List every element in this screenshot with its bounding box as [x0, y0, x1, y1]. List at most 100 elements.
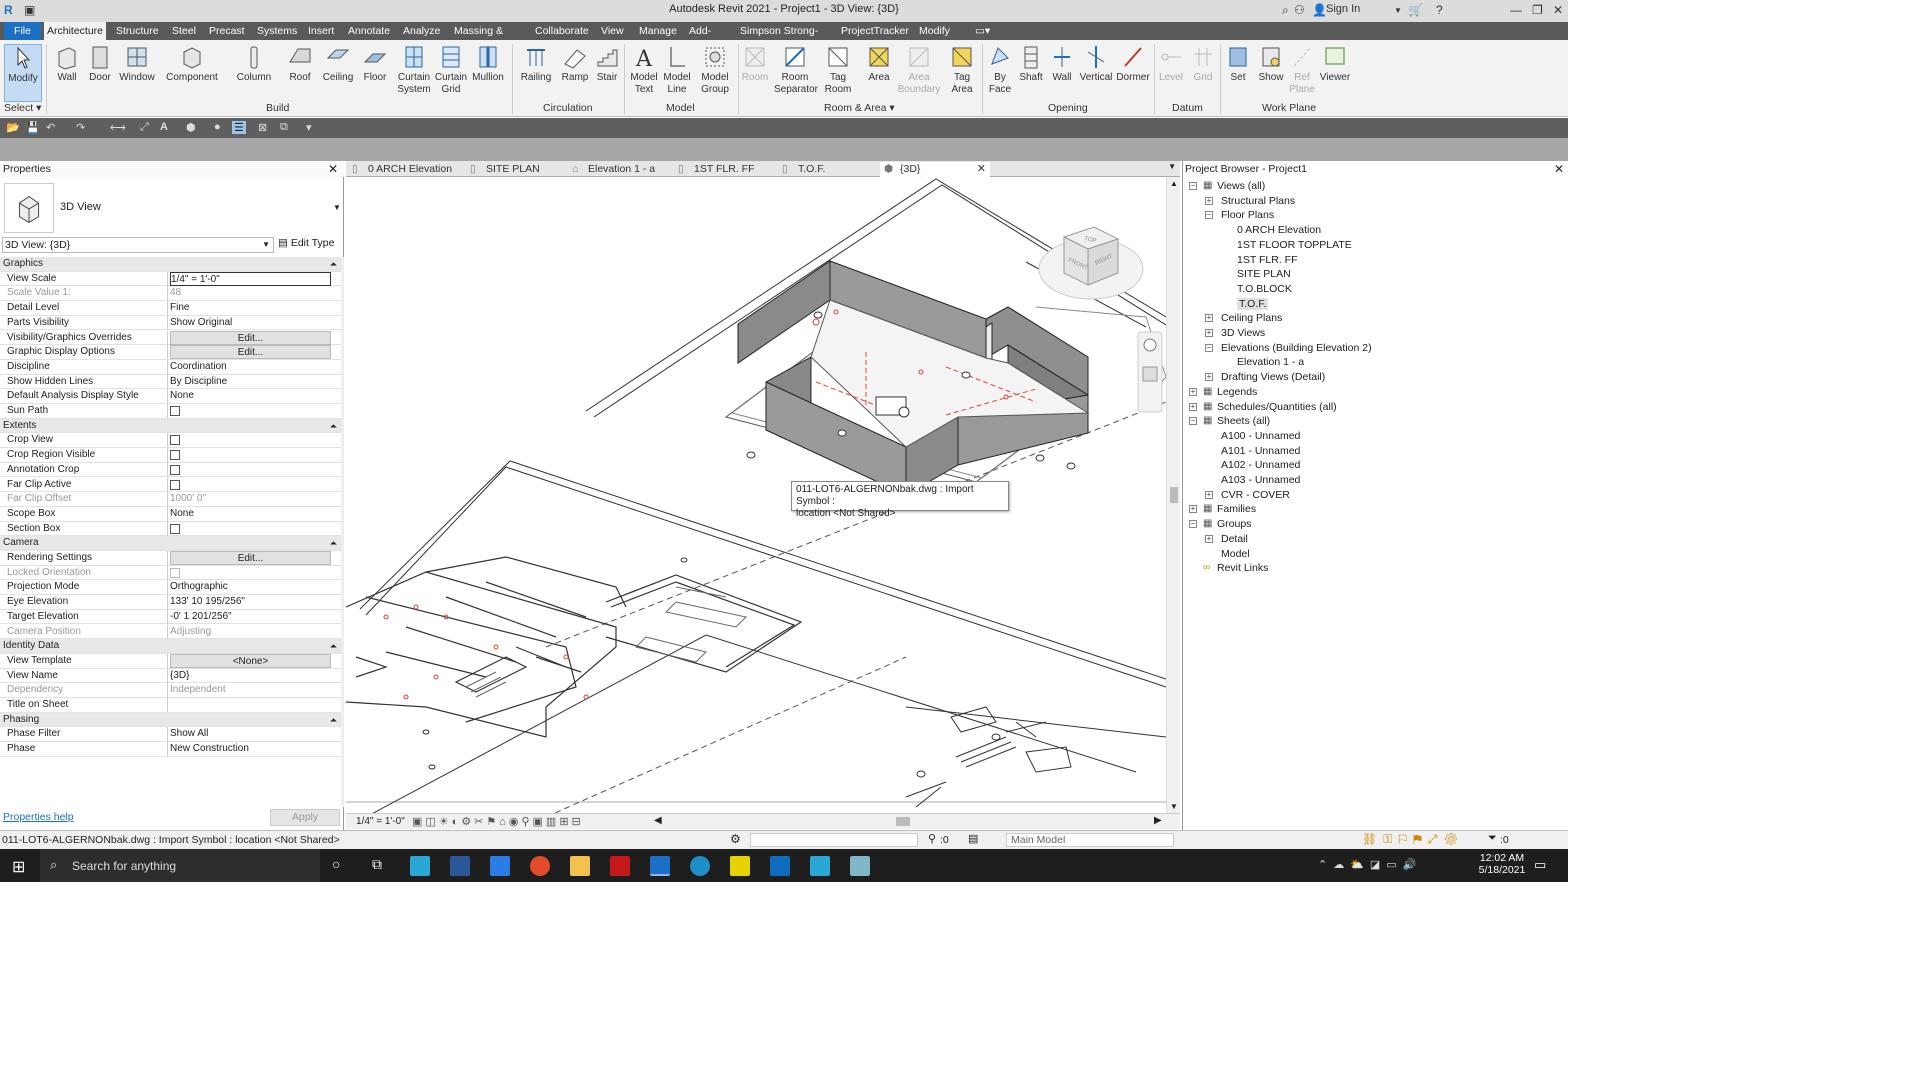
browser-item-ceiling-plans[interactable]: Ceiling Plans [1221, 312, 1282, 324]
minimize-icon[interactable]: — [1510, 3, 1522, 17]
mullion-button[interactable]: Mullion [470, 44, 506, 84]
collapse-section-icon[interactable]: ⏶ [330, 536, 337, 550]
browser-item-views-all[interactable]: Views (all) [1217, 180, 1265, 192]
file-explorer-icon[interactable] [570, 856, 590, 876]
taskbar-clock[interactable]: 12:02 AM 5/18/2021 [1476, 852, 1528, 876]
customize-qat-icon[interactable]: ▾ [306, 121, 312, 134]
viewer-button[interactable]: Viewer [1318, 44, 1352, 84]
taskbar-search-box[interactable]: ⌕ Search for anything [40, 849, 320, 882]
drawing-canvas[interactable]: TOP FRONT RIGHT 011-LOT6-ALGERNONbak.dwg… [346, 177, 1166, 813]
model-group-button[interactable]: Model Group [696, 44, 734, 96]
browser-item-a101-unnamed[interactable]: A101 - Unnamed [1221, 445, 1300, 457]
checkbox[interactable] [170, 479, 180, 490]
browser-item-a102-unnamed[interactable]: A102 - Unnamed [1221, 459, 1300, 471]
prop-value-crop-view[interactable] [170, 433, 331, 447]
prop-value-visibility-graphics-overrides[interactable]: Edit... [170, 330, 331, 345]
workset-dropdown[interactable]: Main Model [1006, 833, 1174, 847]
collapse-section-icon[interactable]: ⏶ [330, 257, 337, 271]
app-l-icon[interactable] [410, 856, 430, 876]
show-button[interactable]: Show [1256, 44, 1286, 84]
modify-button[interactable]: Modify [4, 44, 42, 102]
view-tab-site-plan[interactable]: ▯ SITE PLAN [466, 162, 566, 177]
tab-add-ins[interactable]: Add-Ins [686, 22, 724, 55]
vertical-button[interactable]: Vertical [1078, 44, 1114, 84]
search-help-icon[interactable]: ⌕ [1282, 3, 1289, 18]
navigation-bar[interactable] [1137, 331, 1163, 413]
binoculars-icon[interactable]: ⚇ [1294, 3, 1305, 17]
tab-analyze[interactable]: Analyze [400, 22, 440, 40]
edge-icon[interactable] [690, 856, 710, 876]
level-button[interactable]: Level [1156, 44, 1186, 84]
dimension-icon[interactable]: ⤢ [140, 121, 149, 134]
collapse-icon[interactable]: − [1189, 182, 1197, 190]
prop-value-view-template[interactable]: <None> [170, 653, 331, 668]
browser-item-structural-plans[interactable]: Structural Plans [1221, 195, 1295, 207]
collapse-section-icon[interactable]: ⏶ [330, 419, 337, 433]
browser-item-1st-floor-topplate[interactable]: 1ST FLOOR TOPPLATE [1237, 239, 1352, 251]
task-view-icon[interactable]: ⧉ [372, 856, 382, 873]
expand-icon[interactable]: + [1205, 373, 1213, 382]
cart-icon[interactable]: 🛒 [1408, 3, 1423, 17]
tab-manage[interactable]: Manage [636, 22, 677, 40]
design-option-dropdown[interactable] [750, 833, 918, 847]
tab-steel[interactable]: Steel [169, 22, 197, 40]
editable-only-icon[interactable]: ⚲ [928, 832, 936, 845]
outlook-icon[interactable] [770, 856, 790, 876]
acrobat-icon[interactable] [610, 856, 630, 876]
browser-item-groups[interactable]: Groups [1217, 518, 1251, 530]
area-boundary-button[interactable]: Area Boundary [896, 44, 942, 96]
app-blue-icon[interactable] [850, 856, 870, 876]
tab-simpson-strong-tie[interactable]: Simpson Strong-Tie [737, 22, 829, 55]
prop-value-view-name[interactable]: {3D} [170, 669, 331, 683]
browser-item-0-arch-elevation[interactable]: 0 ARCH Elevation [1237, 224, 1321, 236]
help-icon[interactable]: ? [1436, 3, 1443, 17]
workset-icon[interactable]: ▤ [968, 832, 978, 845]
section-icon[interactable]: ● [214, 121, 221, 133]
prop-value-title-on-sheet[interactable] [170, 698, 331, 712]
section-identity-data[interactable]: Identity Data ⏶ [0, 639, 341, 654]
browser-item-legends[interactable]: Legends [1217, 386, 1257, 398]
horizontal-scroll-thumb[interactable] [896, 817, 910, 826]
door-button[interactable]: Door [86, 44, 114, 84]
browser-item-drafting-views-detail[interactable]: Drafting Views (Detail) [1221, 371, 1325, 383]
collapse-icon[interactable]: − [1189, 417, 1197, 426]
component-button[interactable]: Component [164, 44, 220, 84]
close-browser-icon[interactable]: ✕ [1554, 162, 1564, 176]
vertical-scrollbar[interactable]: ▲ ▼ [1166, 177, 1180, 813]
autocad-icon[interactable] [810, 856, 830, 876]
todo-icon[interactable] [490, 856, 510, 876]
prop-value-crop-region-visible[interactable] [170, 448, 331, 462]
view-tab-t-o-f[interactable]: ▯ T.O.F. [778, 162, 878, 177]
prop-value-far-clip-active[interactable] [170, 478, 331, 492]
ribbon-minimize-icon[interactable]: ▭▾ [972, 22, 993, 40]
expand-icon[interactable]: + [1189, 402, 1197, 411]
undo-icon[interactable]: ↶ [46, 121, 55, 134]
properties-scrollbar[interactable] [341, 257, 344, 807]
section-camera[interactable]: Camera ⏶ [0, 536, 341, 551]
section-extents[interactable]: Extents ⏶ [0, 418, 341, 434]
close-properties-icon[interactable]: ✕ [328, 162, 338, 176]
collapse-icon[interactable]: − [1205, 343, 1213, 352]
save-icon[interactable]: 💾 [26, 121, 40, 134]
checkbox[interactable] [170, 450, 180, 461]
word-icon[interactable] [450, 856, 470, 876]
window-button[interactable]: Window [118, 44, 156, 84]
browser-item-elevations-building-elevation-2[interactable]: Elevations (Building Elevation 2) [1221, 342, 1372, 354]
browser-item-3d-views[interactable]: 3D Views [1221, 327, 1265, 339]
tab-file[interactable]: File [4, 22, 41, 40]
selection-option-icons[interactable]: ⛓⚿⚐⚑⤢⚙ [1362, 832, 1465, 847]
worksharing-icon[interactable]: ⚙ [730, 832, 741, 846]
tab-insert[interactable]: Insert [305, 22, 335, 40]
browser-item-a100-unnamed[interactable]: A100 - Unnamed [1221, 430, 1300, 442]
column-button[interactable]: Column [234, 44, 274, 84]
dormer-button[interactable]: Dormer [1114, 44, 1152, 84]
collapse-section-icon[interactable]: ⏶ [330, 713, 337, 727]
view-tab-3d[interactable]: ⬢ {3D} ✕ [880, 162, 990, 177]
browser-item-1st-flr-ff[interactable]: 1ST FLR. FF [1237, 254, 1297, 266]
browser-item-t-o-f[interactable]: T.O.F. [1237, 297, 1269, 310]
redo-icon[interactable]: ↷ [76, 121, 85, 134]
stair-button[interactable]: Stair [592, 44, 622, 84]
view-tab-elevation-1-a[interactable]: ⌂ Elevation 1 - a [568, 162, 672, 177]
expand-icon[interactable]: + [1205, 314, 1213, 323]
roof-button[interactable]: Roof [284, 44, 316, 84]
